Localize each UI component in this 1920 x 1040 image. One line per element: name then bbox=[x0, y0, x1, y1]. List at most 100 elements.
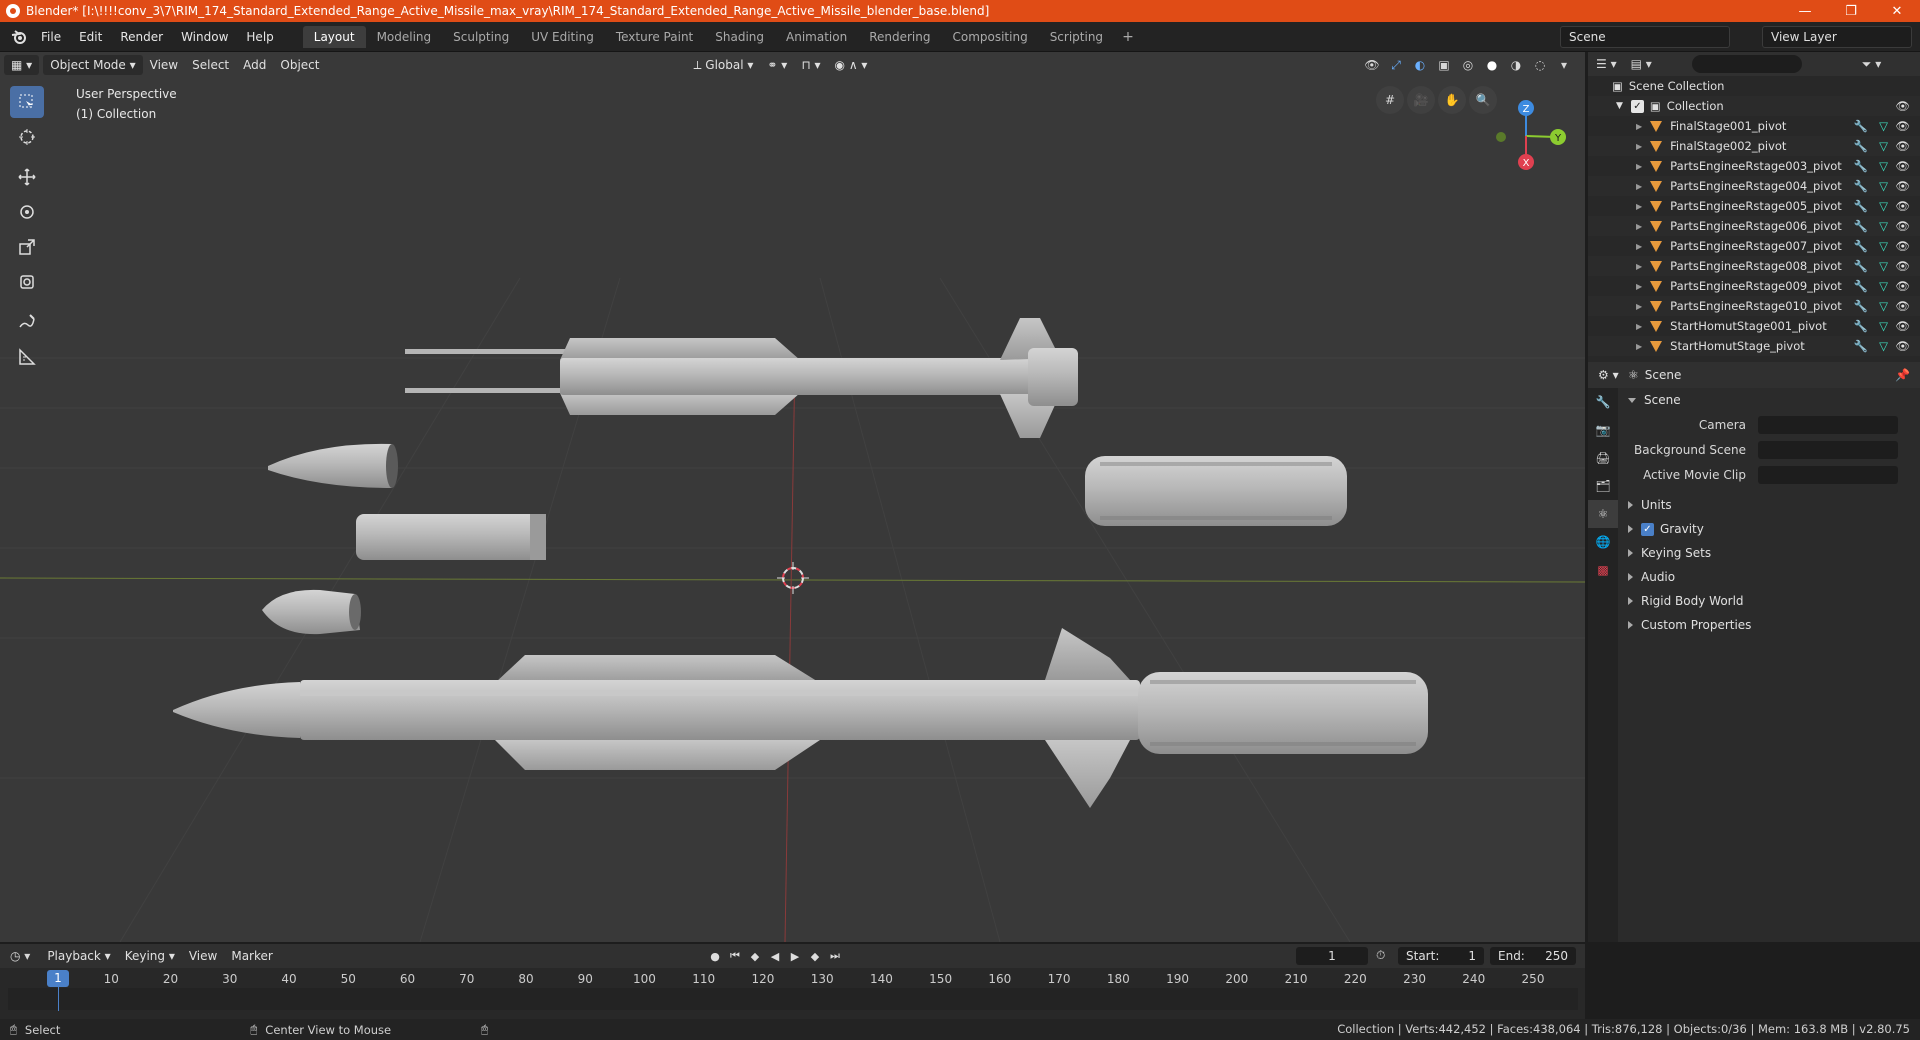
scene-tab-icon[interactable]: ⚛ bbox=[1588, 500, 1618, 528]
start-frame-field[interactable]: Start: 1 bbox=[1398, 947, 1484, 965]
gizmo-toggle-icon[interactable]: ⤢ bbox=[1385, 55, 1407, 75]
modifier-wrench-icon[interactable]: 🔧 bbox=[1854, 159, 1868, 173]
rigid-body-world-panel-header[interactable]: Rigid Body World bbox=[1618, 589, 1920, 613]
outliner-item[interactable]: ▶ FinalStage001_pivot 🔧 ▽ 👁 bbox=[1588, 116, 1920, 136]
camera-view-icon[interactable]: 🎥 bbox=[1407, 86, 1435, 114]
collection-checkbox[interactable]: ✓ bbox=[1630, 99, 1644, 113]
display-mode-icon[interactable]: ▤ ▾ bbox=[1631, 57, 1652, 71]
toggle-grid-view-icon[interactable]: # bbox=[1376, 86, 1404, 114]
texture-tab-icon[interactable]: ▩ bbox=[1588, 556, 1618, 584]
transform-orientation-dropdown[interactable]: ⟂ Global ▾ bbox=[686, 55, 760, 75]
background-scene-field[interactable] bbox=[1758, 440, 1898, 459]
rendered-shading-icon[interactable]: ◌ bbox=[1529, 55, 1551, 75]
eye-icon[interactable]: 👁 bbox=[1895, 339, 1910, 353]
outliner-item[interactable]: ▶ PartsEngineeRstage006_pivot 🔧 ▽ 👁 bbox=[1588, 216, 1920, 236]
transform-icon[interactable] bbox=[10, 266, 44, 298]
expand-arrow-icon[interactable]: ▼ bbox=[1616, 101, 1623, 111]
expand-arrow-icon[interactable]: ▶ bbox=[1636, 262, 1642, 271]
modifier-wrench-icon[interactable]: 🔧 bbox=[1854, 279, 1868, 293]
view-layer-selector[interactable]: View Layer bbox=[1762, 26, 1912, 48]
move-icon[interactable] bbox=[10, 161, 44, 193]
end-frame-field[interactable]: End: 250 bbox=[1490, 947, 1576, 965]
play-icon[interactable]: ▶ bbox=[785, 947, 805, 965]
menu-object[interactable]: Object bbox=[273, 55, 326, 75]
modifier-wrench-icon[interactable]: 🔧 bbox=[1854, 199, 1868, 213]
solid-shading-icon[interactable]: ● bbox=[1481, 55, 1503, 75]
expand-arrow-icon[interactable]: ▶ bbox=[1636, 162, 1642, 171]
overlay-toggle-icon[interactable]: ◐ bbox=[1409, 55, 1431, 75]
tool-tab-icon[interactable]: 🔧 bbox=[1588, 388, 1618, 416]
outliner-item[interactable]: ▶ PartsEngineeRstage010_pivot 🔧 ▽ 👁 bbox=[1588, 296, 1920, 316]
mesh-data-icon[interactable]: ▽ bbox=[1879, 119, 1888, 133]
expand-arrow-icon[interactable]: ▶ bbox=[1636, 222, 1642, 231]
outliner-item[interactable]: ▶ PartsEngineeRstage008_pivot 🔧 ▽ 👁 bbox=[1588, 256, 1920, 276]
timeline-editor-icon[interactable]: ◷ ▾ bbox=[10, 949, 30, 963]
xray-icon[interactable]: ▣ bbox=[1433, 55, 1455, 75]
close-button[interactable]: ✕ bbox=[1874, 0, 1920, 22]
cursor-icon[interactable] bbox=[10, 121, 44, 153]
output-tab-icon[interactable]: 🖨 bbox=[1588, 444, 1618, 472]
outliner-item[interactable]: ▶ StartHomutStage_pivot 🔧 ▽ 👁 bbox=[1588, 336, 1920, 356]
mesh-data-icon[interactable]: ▽ bbox=[1879, 259, 1888, 273]
expand-arrow-icon[interactable]: ▶ bbox=[1636, 282, 1642, 291]
outliner-item[interactable]: ▶ FinalStage002_pivot 🔧 ▽ 👁 bbox=[1588, 136, 1920, 156]
tab-animation[interactable]: Animation bbox=[775, 26, 858, 48]
tab-rendering[interactable]: Rendering bbox=[858, 26, 941, 48]
3d-cursor[interactable] bbox=[777, 562, 809, 594]
middle-cylinder-part[interactable] bbox=[356, 514, 546, 560]
blender-logo-icon[interactable] bbox=[6, 24, 32, 50]
eye-icon[interactable]: 👁 bbox=[1895, 279, 1910, 293]
outliner-item[interactable]: ▶ PartsEngineeRstage003_pivot 🔧 ▽ 👁 bbox=[1588, 156, 1920, 176]
mesh-data-icon[interactable]: ▽ bbox=[1879, 299, 1888, 313]
mesh-data-icon[interactable]: ▽ bbox=[1879, 199, 1888, 213]
menu-keying[interactable]: Keying ▾ bbox=[118, 946, 182, 966]
mesh-data-icon[interactable]: ▽ bbox=[1879, 279, 1888, 293]
expand-arrow-icon[interactable]: ▶ bbox=[1636, 202, 1642, 211]
expand-arrow-icon[interactable]: ▶ bbox=[1636, 322, 1642, 331]
view-layer-tab-icon[interactable]: 🗂 bbox=[1588, 472, 1618, 500]
clock-icon[interactable]: ⏱ bbox=[1376, 948, 1385, 963]
current-frame-field[interactable]: 1 bbox=[1296, 947, 1368, 965]
eye-icon[interactable]: 👁 bbox=[1895, 219, 1910, 233]
scale-icon[interactable] bbox=[10, 231, 44, 263]
record-icon[interactable]: ● bbox=[705, 947, 725, 965]
modifier-wrench-icon[interactable]: 🔧 bbox=[1854, 239, 1868, 253]
eye-icon[interactable]: 👁 bbox=[1895, 199, 1910, 213]
snap-icon[interactable]: ⊓ ▾ bbox=[794, 55, 827, 75]
tab-modeling[interactable]: Modeling bbox=[366, 26, 443, 48]
eye-icon[interactable]: 👁 bbox=[1895, 239, 1910, 253]
pan-hand-icon[interactable]: ✋ bbox=[1438, 86, 1466, 114]
render-tab-icon[interactable]: 📷 bbox=[1588, 416, 1618, 444]
menu-file[interactable]: File bbox=[32, 26, 70, 48]
modifier-wrench-icon[interactable]: 🔧 bbox=[1854, 219, 1868, 233]
custom-properties-panel-header[interactable]: Custom Properties bbox=[1618, 613, 1920, 637]
expand-arrow-icon[interactable]: ▶ bbox=[1636, 342, 1642, 351]
modifier-wrench-icon[interactable]: 🔧 bbox=[1854, 179, 1868, 193]
upper-missile-stage[interactable] bbox=[405, 318, 1078, 438]
scene-panel-header[interactable]: Scene bbox=[1618, 388, 1920, 412]
eye-icon[interactable]: 👁 bbox=[1895, 299, 1910, 313]
active-movie-clip-field[interactable] bbox=[1758, 465, 1898, 484]
mesh-data-icon[interactable]: ▽ bbox=[1879, 139, 1888, 153]
mesh-data-icon[interactable]: ▽ bbox=[1879, 159, 1888, 173]
mesh-data-icon[interactable]: ▽ bbox=[1879, 239, 1888, 253]
timeline-ruler[interactable]: 10 20 30 40 50 60 70 80 90 100 110 120 130 140 150 160 1… bbox=[8, 970, 1578, 988]
outliner-item[interactable]: ▶ PartsEngineeRstage004_pivot 🔧 ▽ 👁 bbox=[1588, 176, 1920, 196]
pivot-point-icon[interactable]: ⚭ ▾ bbox=[760, 55, 794, 75]
maximize-button[interactable]: ❐ bbox=[1828, 0, 1874, 22]
keying-sets-panel-header[interactable]: Keying Sets bbox=[1618, 541, 1920, 565]
pin-icon[interactable]: 📌 bbox=[1895, 368, 1910, 382]
menu-marker[interactable]: Marker bbox=[224, 946, 279, 966]
tab-scripting[interactable]: Scripting bbox=[1039, 26, 1114, 48]
menu-select[interactable]: Select bbox=[185, 55, 236, 75]
camera-field[interactable] bbox=[1758, 415, 1898, 434]
modifier-wrench-icon[interactable]: 🔧 bbox=[1854, 139, 1868, 153]
eye-icon[interactable]: 👁 bbox=[1895, 319, 1910, 333]
visibility-icon[interactable]: 👁 bbox=[1361, 55, 1383, 75]
engine-part[interactable] bbox=[262, 589, 360, 635]
annotate-icon[interactable] bbox=[10, 306, 44, 338]
eye-icon[interactable]: 👁 bbox=[1895, 99, 1910, 113]
menu-render[interactable]: Render bbox=[111, 26, 172, 48]
tab-texture-paint[interactable]: Texture Paint bbox=[605, 26, 704, 48]
modifier-wrench-icon[interactable]: 🔧 bbox=[1854, 299, 1868, 313]
